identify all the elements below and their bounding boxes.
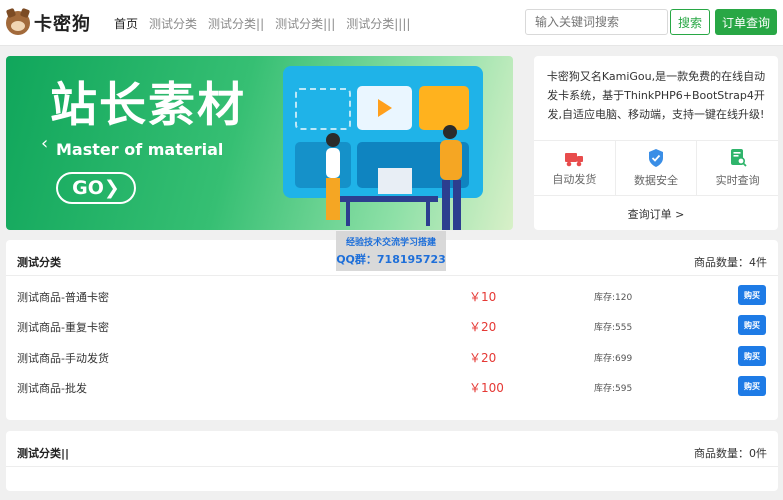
site-info-card: 卡密狗又名KamiGou,是一款免费的在线自动发卡系统，基于ThinkPHP6+…	[534, 56, 778, 230]
feature-data-security: 数据安全	[616, 141, 698, 195]
category-panel: 测试分类|| 商品数量：0件	[6, 431, 778, 491]
banner-go-label: GO	[72, 177, 104, 199]
product-price: ￥100	[469, 381, 504, 395]
product-stock: 库存:699	[594, 354, 633, 364]
top-navbar: 卡密狗 首页 测试分类 测试分类|| 测试分类||| 测试分类|||| 搜索 订…	[0, 0, 783, 46]
product-row[interactable]: 测试商品-普通卡密 ￥10 库存:120 购买	[6, 281, 778, 311]
product-price: ￥20	[469, 351, 497, 365]
nav-category-4[interactable]: 测试分类||||	[346, 15, 410, 32]
query-order-link[interactable]: 查询订单 >	[534, 198, 778, 230]
product-row[interactable]: 测试商品-手动发货 ￥20 库存:699 购买	[6, 342, 778, 372]
category-header: 测试分类|| 商品数量：0件	[6, 431, 778, 467]
search-doc-icon	[730, 149, 747, 167]
buy-button[interactable]: 购买	[738, 376, 766, 396]
buy-button[interactable]: 购买	[738, 315, 766, 335]
feature-label: 实时查询	[715, 174, 760, 187]
shield-icon	[649, 149, 663, 167]
truck-icon	[565, 153, 584, 167]
main-nav: 首页 测试分类 测试分类|| 测试分类||| 测试分类||||	[114, 15, 410, 32]
banner-subtitle: Master of material	[56, 140, 224, 159]
buy-button[interactable]: 购买	[738, 285, 766, 305]
order-query-button[interactable]: 订单查询	[715, 9, 777, 35]
product-name[interactable]: 测试商品-手动发货	[17, 350, 109, 366]
nav-category-2[interactable]: 测试分类||	[208, 15, 264, 32]
nav-category-3[interactable]: 测试分类|||	[275, 15, 335, 32]
product-name[interactable]: 测试商品-重复卡密	[17, 319, 109, 335]
dog-logo-icon	[6, 11, 30, 35]
product-count: 商品数量：0件	[694, 447, 767, 460]
product-price: ￥10	[469, 290, 497, 304]
category-title: 测试分类||	[17, 447, 70, 460]
chevron-right-icon: ❯	[103, 177, 120, 199]
banner-title: 站长素材	[50, 78, 246, 133]
feature-realtime-query: 实时查询	[697, 141, 778, 195]
product-stock: 库存:120	[594, 293, 633, 303]
buy-button[interactable]: 购买	[738, 346, 766, 366]
search-input[interactable]	[525, 9, 668, 35]
site-description: 卡密狗又名KamiGou,是一款免费的在线自动发卡系统，基于ThinkPHP6+…	[546, 70, 766, 121]
product-row[interactable]: 测试商品-批发 ￥100 库存:595 购买	[6, 372, 778, 402]
logo-text: 卡密狗	[34, 14, 91, 35]
feature-label: 自动发货	[552, 173, 597, 186]
watermark-line-2: QQ群：718195723	[336, 253, 446, 266]
banner-carousel[interactable]: 站长素材 Master of material GO❯ ‹ ›	[6, 56, 513, 230]
illustration-man	[440, 125, 462, 230]
nav-category-1[interactable]: 测试分类	[149, 15, 197, 32]
feature-list: 自动发货 数据安全 实时查询	[534, 140, 778, 196]
search-button[interactable]: 搜索	[670, 9, 710, 35]
product-row[interactable]: 测试商品-重复卡密 ￥20 库存:555 购买	[6, 311, 778, 341]
product-stock: 库存:595	[594, 384, 633, 394]
site-logo[interactable]: 卡密狗	[6, 10, 91, 36]
chevron-left-icon[interactable]: ‹	[41, 133, 48, 154]
product-name[interactable]: 测试商品-普通卡密	[17, 289, 109, 305]
product-stock: 库存:555	[594, 323, 633, 333]
nav-home[interactable]: 首页	[114, 15, 138, 32]
product-price: ￥20	[469, 320, 497, 334]
feature-label: 数据安全	[634, 174, 678, 187]
product-count: 商品数量：4件	[694, 256, 767, 269]
banner-go-button[interactable]: GO ❯	[56, 172, 136, 204]
product-name[interactable]: 测试商品-批发	[17, 380, 87, 396]
category-title: 测试分类	[17, 256, 61, 269]
watermark: 经验技术交流学习搭建 QQ群：718195723	[336, 231, 446, 271]
feature-auto-delivery: 自动发货	[534, 141, 616, 195]
watermark-line-1: 经验技术交流学习搭建	[345, 238, 436, 248]
